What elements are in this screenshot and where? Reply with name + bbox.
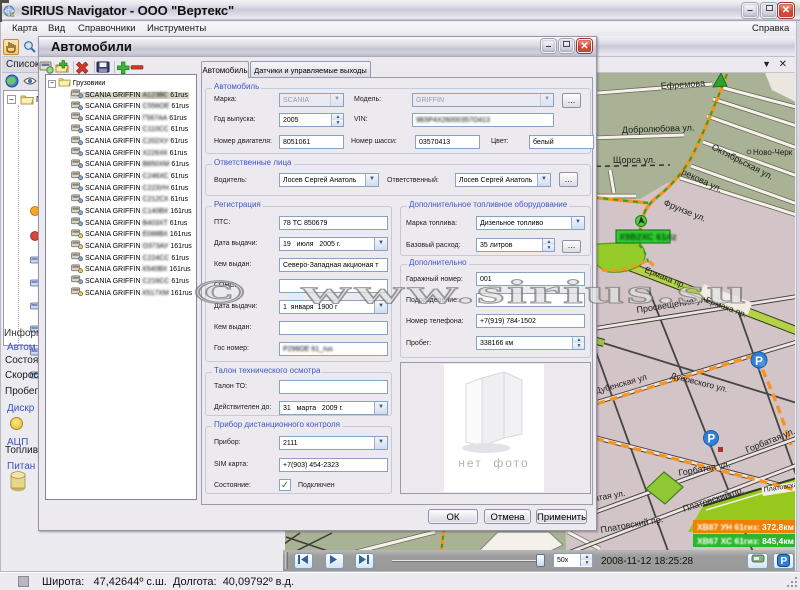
svg-text:P: P xyxy=(755,354,763,368)
svg-text:P: P xyxy=(781,556,788,567)
svg-text:Х9В2ХС 61riz: Х9В2ХС 61riz xyxy=(619,232,677,242)
svg-text:ХВ87 УН 61гиз: 372,8км: ХВ87 УН 61гиз: 372,8км xyxy=(697,522,794,532)
svg-text:ХВ67 ХС 61гиз: 845,4км: ХВ67 ХС 61гиз: 845,4км xyxy=(697,536,794,546)
svg-text:Ново-Черк: Ново-Черк xyxy=(753,148,793,157)
svg-text:P: P xyxy=(708,434,716,446)
svg-text:Щорса ул.: Щорса ул. xyxy=(613,155,656,165)
